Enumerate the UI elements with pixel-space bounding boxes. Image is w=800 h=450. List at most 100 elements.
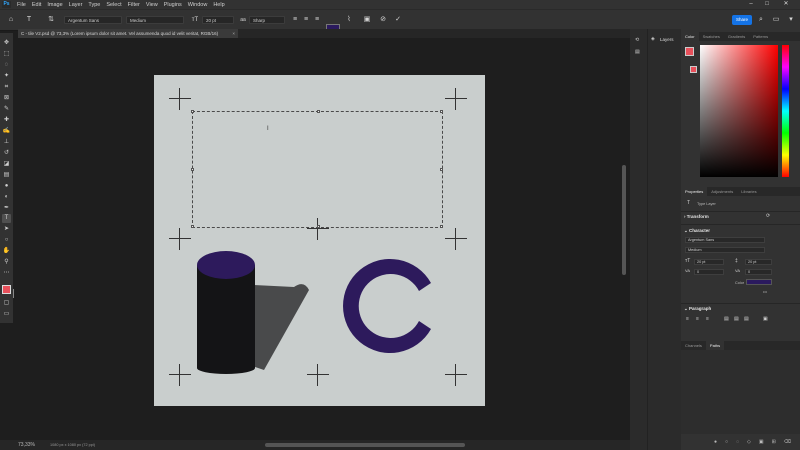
align-left-icon[interactable]: ≡ <box>290 15 300 25</box>
path-selection-icon[interactable]: ➤ <box>2 225 11 234</box>
justify-last-left-icon[interactable]: ▤ <box>724 316 729 322</box>
home-icon[interactable]: ⌂ <box>6 15 16 25</box>
para-align-center-icon[interactable]: ≡ <box>696 316 699 322</box>
delete-path-icon[interactable]: ⌫ <box>784 439 791 445</box>
clone-stamp-icon[interactable]: ⊥ <box>2 138 11 147</box>
commit-edit-icon[interactable]: ✓ <box>393 15 403 25</box>
pen-tool-icon[interactable]: ✒ <box>2 204 11 213</box>
close-tab-icon[interactable]: × <box>232 29 235 38</box>
dodge-tool-icon[interactable]: ◐ <box>2 193 11 202</box>
search-icon[interactable]: ⌕ <box>756 15 766 25</box>
eyedropper-icon[interactable]: ✎ <box>2 105 11 114</box>
blur-tool-icon[interactable]: ● <box>2 182 11 191</box>
anti-alias-select[interactable]: Sharp <box>249 16 285 24</box>
align-center-icon[interactable]: ≡ <box>301 15 311 25</box>
align-right-icon[interactable]: ≡ <box>312 15 322 25</box>
tab-gradients[interactable]: Gradients <box>724 32 749 41</box>
font-family-select[interactable]: Argentum Sans <box>64 16 122 24</box>
chevron-down-icon[interactable]: ▾ <box>786 15 796 25</box>
menu-window[interactable]: Window <box>185 2 211 8</box>
type-tool-preset-icon[interactable]: T <box>24 15 34 25</box>
move-tool-icon[interactable]: ✥ <box>2 39 11 48</box>
history-icon[interactable]: ⟲ <box>635 37 639 43</box>
panel-background-swatch[interactable] <box>690 66 697 73</box>
char-font-size[interactable]: 20 pt <box>694 259 724 265</box>
tab-color[interactable]: Color <box>681 32 699 41</box>
stroke-path-icon[interactable]: ○ <box>725 439 728 445</box>
menu-layer[interactable]: Layer <box>66 2 86 8</box>
cancel-edit-icon[interactable]: ⊘ <box>378 15 388 25</box>
workspace-icon[interactable]: ▭ <box>771 15 781 25</box>
layers-icon[interactable]: ◈ <box>651 36 655 42</box>
tab-patterns[interactable]: Patterns <box>749 32 772 41</box>
brush-tool-icon[interactable]: ✍ <box>2 127 11 136</box>
hand-tool-icon[interactable]: ✋ <box>2 247 11 256</box>
tab-paths[interactable]: Paths <box>705 341 725 350</box>
character-section[interactable]: ⌄ Character <box>684 228 710 234</box>
char-tracking[interactable]: 0 <box>745 269 772 275</box>
vertical-scrollbar[interactable] <box>622 165 626 275</box>
eraser-tool-icon[interactable]: ◪ <box>2 160 11 169</box>
tab-properties[interactable]: Properties <box>681 187 708 196</box>
fill-path-icon[interactable]: ● <box>714 439 717 445</box>
artboard-tool-icon[interactable]: ⬚ <box>2 50 11 59</box>
zoom-tool-icon[interactable]: ⚲ <box>2 258 11 267</box>
make-path-icon[interactable]: ◇ <box>747 439 751 445</box>
panel-foreground-swatch[interactable] <box>685 47 694 56</box>
document-info[interactable]: 1080 px x 1080 px (72 ppi) <box>50 443 95 447</box>
maximize-button[interactable]: □ <box>760 0 774 9</box>
menu-help[interactable]: Help <box>210 2 227 8</box>
character-panel-icon[interactable]: ▣ <box>362 15 372 25</box>
hue-slider[interactable] <box>782 45 789 177</box>
transform-section[interactable]: › Transform <box>684 214 709 219</box>
menu-image[interactable]: Image <box>44 2 65 8</box>
tab-adjustments[interactable]: Adjustments <box>707 187 737 196</box>
minimize-button[interactable]: – <box>744 0 758 9</box>
menu-file[interactable]: File <box>14 2 29 8</box>
lasso-tool-icon[interactable]: ◌ <box>2 61 11 70</box>
char-color-swatch[interactable] <box>746 279 772 285</box>
quick-mask-icon[interactable]: ▢ <box>2 299 11 308</box>
para-align-left-icon[interactable]: ≡ <box>686 316 689 322</box>
paragraph-section[interactable]: ⌄ Paragraph <box>684 306 711 312</box>
tab-channels[interactable]: Channels <box>681 341 706 350</box>
menu-filter[interactable]: Filter <box>125 2 143 8</box>
zoom-level[interactable]: 73,33% <box>18 442 35 448</box>
load-selection-icon[interactable]: ◌ <box>736 439 739 445</box>
char-leading[interactable]: 20 pt <box>745 259 772 265</box>
frame-tool-icon[interactable]: ⊠ <box>2 94 11 103</box>
color-picker-field[interactable] <box>700 45 778 177</box>
comments-icon[interactable]: ▤ <box>635 49 640 55</box>
share-button[interactable]: Share <box>732 15 752 25</box>
paragraph-options-icon[interactable]: ▣ <box>763 316 768 322</box>
para-align-right-icon[interactable]: ≡ <box>706 316 709 322</box>
gradient-tool-icon[interactable]: ▤ <box>2 171 11 180</box>
warp-text-icon[interactable]: ⌇ <box>344 15 354 25</box>
horizontal-scrollbar[interactable] <box>265 443 465 447</box>
document-tab[interactable]: C - tile V2.psd @ 73,3% (Lorem ipsum dol… <box>18 29 238 38</box>
shape-tool-icon[interactable]: ○ <box>2 236 11 245</box>
history-brush-icon[interactable]: ↺ <box>2 149 11 158</box>
char-font-family[interactable]: Argentum Sans <box>685 237 765 243</box>
more-tools-icon[interactable]: ⋯ <box>2 269 11 278</box>
font-size-select[interactable]: 20 pt <box>202 16 234 24</box>
type-tool-icon[interactable]: T <box>2 214 11 223</box>
justify-last-center-icon[interactable]: ▤ <box>734 316 739 322</box>
text-orientation-icon[interactable]: ⇅ <box>46 15 56 25</box>
paths-list[interactable] <box>681 350 800 434</box>
magic-wand-icon[interactable]: ✦ <box>2 72 11 81</box>
tab-libraries[interactable]: Libraries <box>737 187 760 196</box>
menu-type[interactable]: Type <box>85 2 103 8</box>
menu-select[interactable]: Select <box>103 2 124 8</box>
new-path-icon[interactable]: ⊞ <box>772 439 776 445</box>
healing-brush-icon[interactable]: ✚ <box>2 116 11 125</box>
menu-plugins[interactable]: Plugins <box>161 2 185 8</box>
justify-all-icon[interactable]: ▤ <box>744 316 749 322</box>
char-font-style[interactable]: Medium <box>685 247 765 253</box>
menu-edit[interactable]: Edit <box>29 2 44 8</box>
menu-view[interactable]: View <box>143 2 161 8</box>
foreground-color-swatch[interactable] <box>2 285 11 294</box>
transform-reset-icon[interactable]: ⟳ <box>766 213 770 219</box>
more-options-icon[interactable]: ••• <box>763 290 767 294</box>
crop-tool-icon[interactable]: ⌗ <box>2 83 11 92</box>
